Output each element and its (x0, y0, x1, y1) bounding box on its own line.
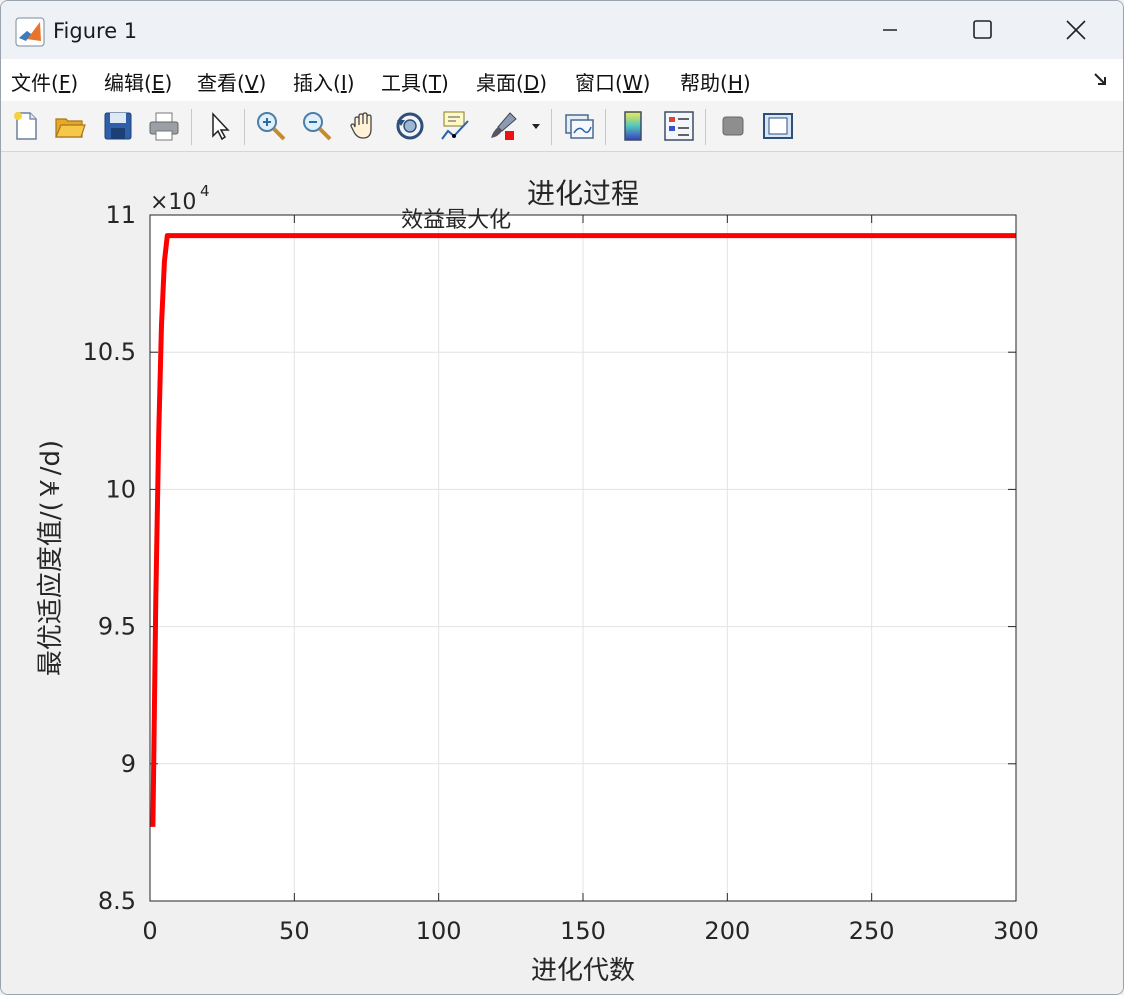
x-tick-label: 200 (704, 917, 750, 945)
menu-bar: 文件(F) 编辑(E) 查看(V) 插入(I) 工具(T) 桌面(D) 窗口(W… (1, 59, 1123, 101)
annotation-label: 效益最大化 (401, 208, 511, 233)
y-exponent-base: ×10 (150, 190, 196, 215)
legend-icon[interactable] (662, 109, 696, 143)
y-tick-label: 10.5 (83, 338, 136, 366)
dock-arrow-icon[interactable] (1093, 71, 1109, 87)
toolbar-separator (605, 109, 606, 145)
y-exponent-power: 4 (200, 182, 210, 200)
x-tick-label: 100 (416, 917, 462, 945)
select-pointer-icon[interactable] (203, 109, 237, 143)
y-axis-label: 最优适应度值/(￥/d) (36, 440, 66, 676)
toolbar-separator (551, 109, 552, 145)
show-plot-tools-icon[interactable] (761, 109, 795, 143)
colorbar-icon[interactable] (616, 109, 650, 143)
link-plot-icon[interactable] (562, 109, 596, 143)
x-tick-label: 300 (993, 917, 1039, 945)
brush-icon[interactable] (486, 109, 520, 143)
matlab-logo-icon (15, 17, 45, 47)
chart: 0 50 100 150 200 250 3008.599.51010.511 效益最大化 … (36, 177, 1039, 986)
minimize-button[interactable] (867, 7, 913, 53)
chevron-down-icon[interactable] (528, 109, 544, 143)
y-tick-label: 11 (105, 201, 136, 229)
new-figure-icon[interactable] (9, 109, 43, 143)
rotate-3d-icon[interactable] (393, 109, 427, 143)
toolbar-separator (244, 109, 245, 145)
x-tick-label: 0 (142, 917, 157, 945)
toolbar-separator (191, 109, 192, 145)
y-tick-label: 9.5 (98, 613, 136, 641)
maximize-button[interactable] (960, 7, 1006, 53)
x-axis-label: 进化代数 (531, 956, 635, 986)
print-icon[interactable] (147, 109, 181, 143)
data-cursor-icon[interactable] (438, 109, 472, 143)
menu-file[interactable]: 文件(F) (11, 67, 78, 96)
chart-title: 进化过程 (527, 177, 639, 210)
toolbar-separator (705, 109, 706, 145)
close-button[interactable] (1053, 7, 1099, 53)
menu-window[interactable]: 窗口(W) (575, 67, 650, 96)
y-tick-label: 8.5 (98, 887, 136, 915)
hide-plot-tools-icon[interactable] (716, 109, 750, 143)
pan-hand-icon[interactable] (347, 109, 381, 143)
menu-view[interactable]: 查看(V) (197, 67, 266, 96)
x-tick-label: 150 (560, 917, 606, 945)
menu-desktop[interactable]: 桌面(D) (476, 67, 547, 96)
y-tick-label: 10 (105, 475, 136, 503)
x-tick-label: 50 (279, 917, 310, 945)
open-file-icon[interactable] (53, 109, 87, 143)
x-tick-label: 250 (849, 917, 895, 945)
menu-insert[interactable]: 插入(I) (293, 67, 355, 96)
menu-help[interactable]: 帮助(H) (680, 67, 751, 96)
zoom-out-icon[interactable] (300, 109, 334, 143)
y-tick-label: 9 (121, 750, 136, 778)
menu-tools[interactable]: 工具(T) (381, 67, 449, 96)
figure-window: Figure 1 文件(F) 编辑(E) 查看(V) 插入(I) 工具(T) 桌… (0, 0, 1124, 995)
menu-edit[interactable]: 编辑(E) (104, 67, 172, 96)
title-bar: Figure 1 (1, 1, 1123, 59)
window-title: Figure 1 (53, 19, 138, 43)
figure-canvas: 0 50 100 150 200 250 300 8.5 9 9.5 10 10.5 11 效益最大化 … (1, 152, 1123, 994)
save-icon[interactable] (101, 109, 135, 143)
zoom-in-icon[interactable] (254, 109, 288, 143)
toolbar (1, 101, 1123, 152)
